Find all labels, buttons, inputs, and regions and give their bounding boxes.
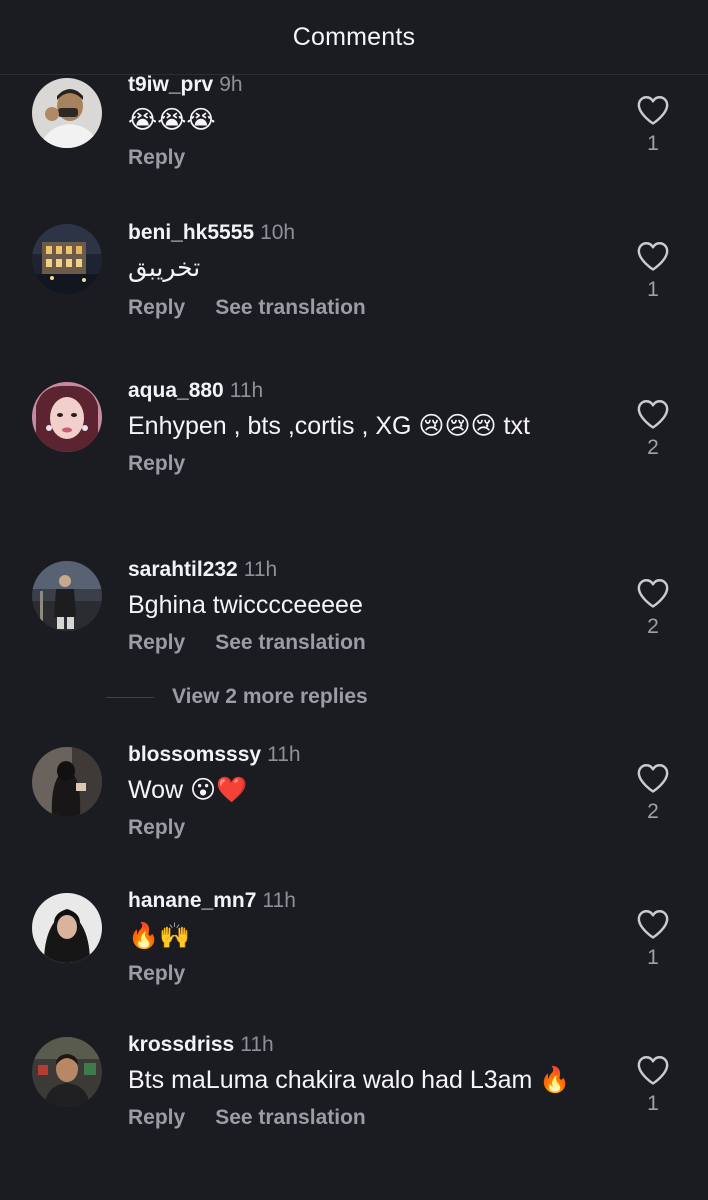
like-control: 1 xyxy=(634,94,672,156)
heart-outline-icon[interactable] xyxy=(636,94,670,126)
like-count: 1 xyxy=(647,132,659,155)
comment-time: 10h xyxy=(260,221,296,244)
comment-body: t9iw_prv 9h 😭😭😭 Reply xyxy=(128,73,608,173)
heart-outline-icon[interactable] xyxy=(636,240,670,272)
comment-username[interactable]: sarahtil232 xyxy=(128,558,238,581)
like-count: 2 xyxy=(647,436,659,459)
like-count: 2 xyxy=(647,800,659,823)
avatar[interactable] xyxy=(32,224,102,294)
like-control: 2 xyxy=(634,577,672,639)
comment-text: Bghina twicccceeeee xyxy=(128,591,363,619)
reply-button[interactable]: Reply xyxy=(128,296,185,319)
like-control: 1 xyxy=(634,908,672,970)
comment-username[interactable]: krossdriss xyxy=(128,1033,234,1056)
comment-username[interactable]: aqua_880 xyxy=(128,379,224,402)
comment-username[interactable]: blossomsssy xyxy=(128,743,261,766)
reply-button[interactable]: Reply xyxy=(128,146,185,169)
comment-text: 🔥🙌 xyxy=(128,922,191,950)
comment-time: 9h xyxy=(219,73,243,96)
comment-text: تخريبق xyxy=(128,254,201,282)
view-more-replies-label: View 2 more replies xyxy=(172,685,368,708)
avatar[interactable] xyxy=(32,78,102,148)
comment-body: hanane_mn7 11h 🔥🙌 Reply xyxy=(128,886,608,989)
comment-body: beni_hk5555 10h تخريبق Reply See translati… xyxy=(128,218,608,323)
reply-button[interactable]: Reply xyxy=(128,816,185,839)
comment-body: aqua_880 11h Enhypen , bts ,cortis , XG 😢… xyxy=(128,376,608,479)
comments-header: Comments xyxy=(0,0,708,75)
reply-button[interactable]: Reply xyxy=(128,1106,185,1129)
reply-button[interactable]: Reply xyxy=(128,962,185,985)
comment-body: sarahtil232 11h Bghina twicccceeeee Reply… xyxy=(128,555,608,658)
heart-outline-icon[interactable] xyxy=(636,577,670,609)
like-control: 1 xyxy=(634,240,672,302)
like-control: 2 xyxy=(634,762,672,824)
view-more-replies[interactable]: View 2 more replies xyxy=(106,682,368,712)
see-translation-button[interactable]: See translation xyxy=(215,1106,366,1129)
avatar[interactable] xyxy=(32,382,102,452)
heart-outline-icon[interactable] xyxy=(636,398,670,430)
heart-outline-icon[interactable] xyxy=(636,1054,670,1086)
avatar[interactable] xyxy=(32,747,102,817)
like-count: 1 xyxy=(647,946,659,969)
comment-text: 😭😭😭 xyxy=(128,106,216,134)
comment-text: Wow 😮❤️ xyxy=(128,776,248,804)
comment-text: Enhypen , bts ,cortis , XG 😢😢😢 txt xyxy=(128,412,530,440)
divider xyxy=(106,696,154,698)
avatar[interactable] xyxy=(32,561,102,631)
comment-body: krossdriss 11h Bts maLuma chakira walo ha… xyxy=(128,1030,608,1133)
reply-button[interactable]: Reply xyxy=(128,452,185,475)
comment-time: 11h xyxy=(229,379,264,402)
see-translation-button[interactable]: See translation xyxy=(215,631,366,654)
page-title: Comments xyxy=(292,22,416,51)
like-count: 1 xyxy=(647,278,659,301)
see-translation-button[interactable]: See translation xyxy=(215,296,366,319)
reply-button[interactable]: Reply xyxy=(128,631,185,654)
comment-time: 11h xyxy=(267,743,301,766)
like-count: 1 xyxy=(647,1092,659,1115)
comment-body: blossomsssy 11h Wow 😮❤️ Reply xyxy=(128,740,608,843)
like-control: 2 xyxy=(634,398,672,460)
heart-outline-icon[interactable] xyxy=(636,908,670,940)
comment-time: 11h xyxy=(262,889,296,912)
comment-username[interactable]: beni_hk5555 xyxy=(128,221,254,244)
comment-text: Bts maLuma chakira walo had L3am 🔥 xyxy=(128,1066,571,1094)
like-control: 1 xyxy=(634,1054,672,1116)
like-count: 2 xyxy=(647,615,659,638)
avatar[interactable] xyxy=(32,893,102,963)
comment-username[interactable]: t9iw_prv xyxy=(128,73,213,96)
heart-outline-icon[interactable] xyxy=(636,762,670,794)
comment-username[interactable]: hanane_mn7 xyxy=(128,889,256,912)
avatar[interactable] xyxy=(32,1037,102,1107)
comment-time: 11h xyxy=(240,1033,274,1056)
comment-time: 11h xyxy=(243,558,278,581)
